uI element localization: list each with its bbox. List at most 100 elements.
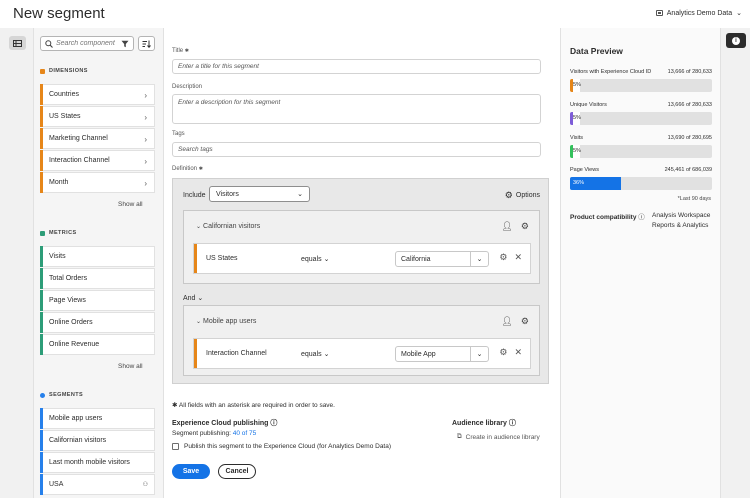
compat-value: Analysis Workspace Reports & Analytics (652, 212, 711, 229)
cancel-button[interactable]: Cancel (218, 464, 256, 479)
report-suite-icon (655, 10, 663, 16)
container-title[interactable]: ⌄ Californian visitors (196, 223, 260, 230)
rule-value-select[interactable]: California ⌄ (395, 251, 489, 267)
dimension-item[interactable]: Month › (40, 172, 155, 193)
chevron-right-icon: › (144, 157, 147, 166)
dimension-list: Countries › US States › Marketing Channel ›… (40, 84, 155, 194)
metric-item[interactable]: Visits (40, 246, 155, 267)
info-icon[interactable]: ⓘ (638, 214, 645, 221)
publish-checkbox-row[interactable]: Publish this segment to the Experience C… (172, 443, 391, 450)
close-icon[interactable]: ✕ (514, 252, 522, 263)
rule-icons: ⚙ ✕ (499, 252, 522, 263)
compat-label: Product compatibility ⓘ (570, 214, 645, 221)
search-input[interactable] (56, 40, 118, 47)
shared-users-icon: ⚇ (142, 482, 148, 488)
rule-dimension: Interaction Channel (206, 350, 267, 357)
info-icon: i (732, 36, 740, 45)
rule-icons: ⚙ ✕ (499, 347, 522, 358)
segment-list: Mobile app users Californian visitors La… (40, 408, 155, 496)
chevron-down-icon: ⌄ (323, 256, 330, 263)
preview-bar: 5% (570, 145, 712, 158)
report-suite-selector[interactable]: Analytics Demo Data ⌄ (655, 9, 742, 17)
segment-item[interactable]: Mobile app users (40, 408, 155, 429)
user-icon[interactable]: 👤︎ (501, 221, 512, 232)
rule-operator[interactable]: equals ⌄ (301, 255, 329, 263)
metric-item[interactable]: Total Orders (40, 268, 155, 289)
component-search[interactable] (40, 36, 134, 51)
right-rail: i (720, 28, 750, 498)
audience-icon: ⧉ (457, 433, 462, 440)
segment-item[interactable]: Californian visitors (40, 430, 155, 451)
required-note: ✱ All fields with an asterisk are requir… (172, 402, 335, 409)
asterisk-icon: ✱ (172, 402, 178, 409)
search-icon (45, 39, 53, 48)
preview-bar: 5% (570, 112, 712, 125)
dimension-item[interactable]: Countries › (40, 84, 155, 105)
gear-icon[interactable]: ⚙ (499, 347, 507, 358)
segment-icon (40, 392, 45, 398)
preview-title: Data Preview (570, 46, 623, 56)
rule-interaction-channel[interactable]: Interaction Channel equals ⌄ Mobile App … (193, 338, 531, 369)
description-input[interactable]: Enter a description for this segment (172, 94, 541, 124)
user-icon[interactable]: 👤︎ (501, 316, 512, 327)
filter-icon[interactable] (121, 40, 129, 48)
publish-checkbox[interactable] (172, 443, 179, 450)
description-label: Description (172, 84, 203, 90)
include-dropdown[interactable]: Visitors ⌄ (209, 186, 310, 202)
chevron-right-icon: › (144, 179, 147, 188)
gear-icon[interactable]: ⚙ (521, 316, 529, 327)
dimensions-show-all[interactable]: Show all (118, 201, 143, 208)
metric-list: Visits Total Orders Page Views Online Or… (40, 246, 155, 356)
preview-bar: 36% (570, 177, 712, 190)
rule-us-states[interactable]: US States equals ⌄ California ⌄ ⚙ ✕ (193, 243, 531, 274)
dimension-item[interactable]: Interaction Channel › (40, 150, 155, 171)
preview-bar: 5% (570, 79, 712, 92)
rule-operator[interactable]: equals ⌄ (301, 350, 329, 358)
publishing-count-link[interactable]: 40 of 75 (233, 430, 257, 437)
chevron-down-icon: ⌄ (470, 252, 488, 266)
metrics-heading: METRICS (40, 230, 77, 236)
report-suite-label: Analytics Demo Data (666, 9, 733, 17)
chevron-down-icon: ⌄ (196, 319, 202, 325)
info-icon[interactable]: ⓘ (270, 420, 277, 427)
sort-button[interactable] (138, 36, 155, 51)
info-icon[interactable]: ⓘ (509, 420, 516, 427)
chevron-right-icon: › (144, 91, 147, 100)
container-mobile-app-users[interactable]: ⌄ Mobile app users 👤︎ ⚙ Interaction Chann… (183, 305, 540, 376)
gear-icon[interactable]: ⚙ (521, 221, 529, 232)
chevron-down-icon: ⌄ (323, 351, 330, 358)
options-button[interactable]: ⚙ Options (505, 190, 540, 201)
metric-item[interactable]: Online Revenue (40, 334, 155, 355)
gear-icon[interactable]: ⚙ (499, 252, 507, 263)
audience-title: Audience library ⓘ (452, 420, 516, 427)
definition-label: Definition ✱ (172, 166, 203, 172)
metric-item[interactable]: Page Views (40, 290, 155, 311)
save-button[interactable]: Save (172, 464, 210, 479)
dimension-item[interactable]: Marketing Channel › (40, 128, 155, 149)
last-days-note: *Last 90 days (677, 196, 711, 202)
rule-value-select[interactable]: Mobile App ⌄ (395, 346, 489, 362)
container-californian-visitors[interactable]: ⌄ Californian visitors 👤︎ ⚙ US States equ… (183, 210, 540, 284)
page-title: New segment (13, 5, 105, 22)
metrics-show-all[interactable]: Show all (118, 363, 143, 370)
publishing-status: Segment publishing: 40 of 75 (172, 430, 257, 437)
info-panel-button[interactable]: i (726, 33, 746, 48)
close-icon[interactable]: ✕ (514, 347, 522, 358)
chevron-down-icon: ⌄ (470, 347, 488, 361)
create-audience-link[interactable]: ⧉ Create in audience library (457, 433, 540, 441)
chevron-down-icon: ⌄ (196, 224, 202, 230)
chevron-right-icon: › (144, 113, 147, 122)
components-panel-button[interactable] (9, 36, 26, 50)
container-title[interactable]: ⌄ Mobile app users (196, 318, 256, 325)
metric-icon (40, 230, 45, 236)
metric-item[interactable]: Online Orders (40, 312, 155, 333)
and-operator[interactable]: And ⌄ (183, 294, 203, 302)
dimensions-heading: DIMENSIONS (40, 68, 88, 74)
gear-icon: ⚙ (504, 190, 513, 200)
segment-item[interactable]: Last month mobile visitors (40, 452, 155, 473)
segment-item[interactable]: USA ⚇ (40, 474, 155, 495)
components-panel: DIMENSIONS Countries› US States› Marketi… (34, 28, 164, 498)
dimension-item[interactable]: US States › (40, 106, 155, 127)
tags-input[interactable]: Search tags (172, 142, 541, 157)
title-input[interactable]: Enter a title for this segment (172, 59, 541, 74)
